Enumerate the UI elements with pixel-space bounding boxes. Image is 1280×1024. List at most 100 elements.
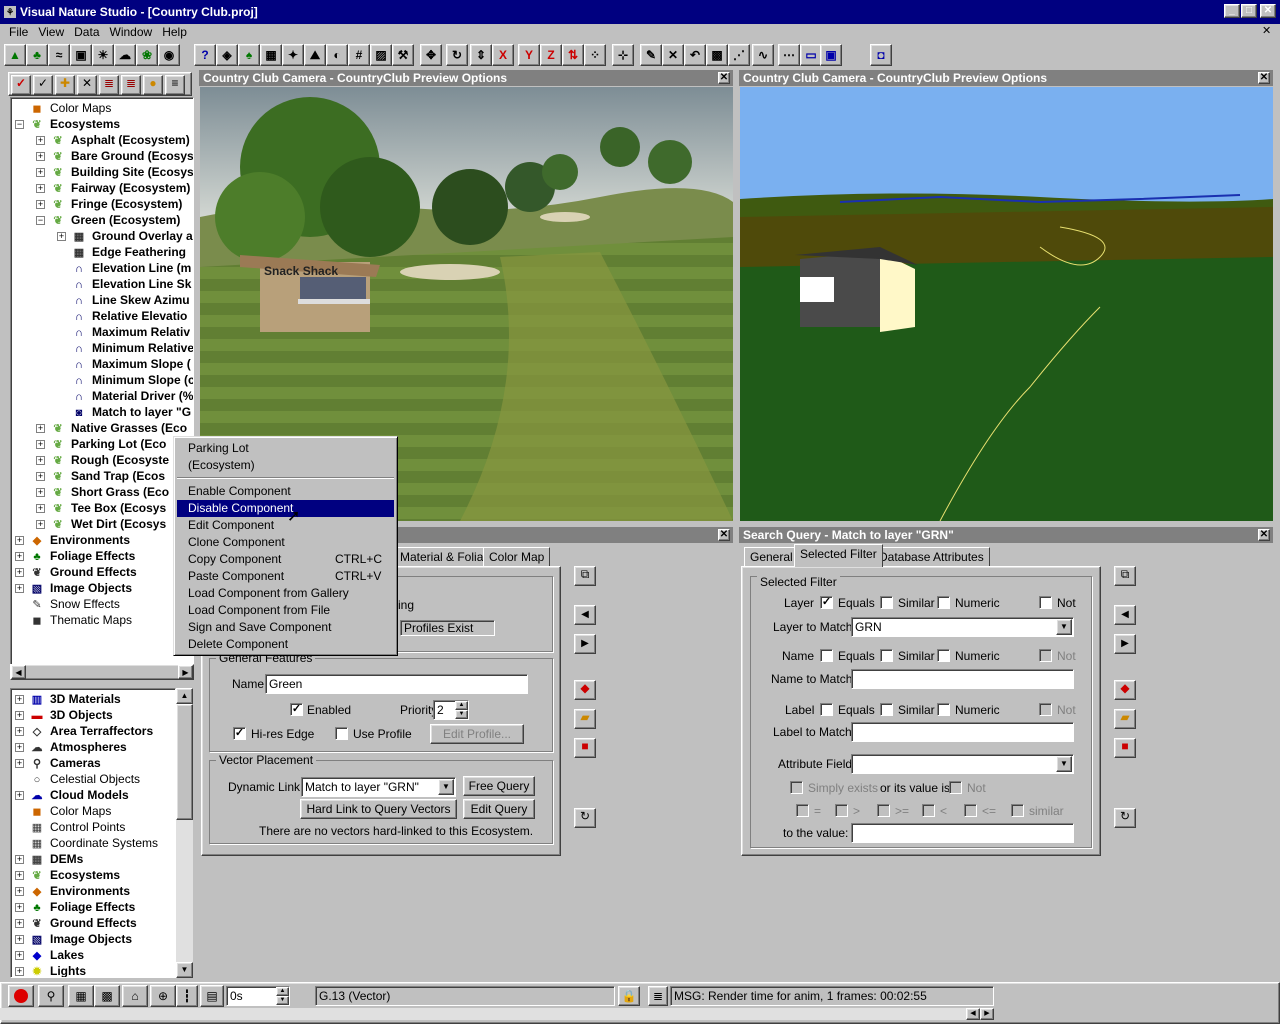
hard-link-button[interactable]: Hard Link to Query Vectors [300, 799, 457, 819]
name-equals-checkbox[interactable] [820, 649, 833, 662]
close-button[interactable]: ✕ [1260, 4, 1276, 18]
eco-next-icon[interactable]: ▶ [574, 634, 596, 654]
context-item-enable-component[interactable]: Enable Component [177, 483, 394, 500]
use-profile-checkbox[interactable] [335, 727, 348, 740]
tree-vscroll[interactable]: ▲ ▼ [176, 688, 193, 978]
tree-item[interactable]: ∩ Material Driver (% [57, 388, 193, 404]
tree-item[interactable]: + ▥ 3D Materials [15, 691, 121, 707]
tree-item[interactable]: + ❦ Building Site (Ecosys [36, 164, 193, 180]
scroll-right-icon[interactable]: ▶ [178, 665, 193, 679]
expand-icon[interactable]: + [15, 568, 24, 578]
op-eq-checkbox[interactable] [796, 804, 809, 817]
undo-icon[interactable]: ↶ [684, 44, 706, 66]
z-axis-icon[interactable]: Z [540, 44, 562, 66]
tree-item[interactable]: + ❦ Ecosystems [15, 867, 120, 883]
name-not-checkbox[interactable] [1039, 649, 1052, 662]
expand-icon[interactable]: + [36, 488, 45, 498]
tree-item[interactable]: + ▧ Image Objects [15, 580, 132, 596]
tree-item[interactable]: ▦ Control Points [15, 819, 126, 835]
context-item-delete-component[interactable]: Delete Component [177, 636, 394, 653]
sq-prev-icon[interactable]: ◀ [1114, 605, 1136, 625]
grid-icon[interactable]: # [348, 44, 370, 66]
vertex-icon[interactable]: ⋰ [728, 44, 750, 66]
tree-item[interactable]: + ♣ Foliage Effects [15, 899, 135, 915]
label-similar-checkbox[interactable] [880, 703, 893, 716]
y-axis-icon[interactable]: Y [518, 44, 540, 66]
tree-item[interactable]: + ❦ Tee Box (Ecosys [36, 500, 166, 516]
landscape-icon[interactable]: ⛰ [304, 44, 326, 66]
dynamic-link-select[interactable]: Match to layer "GRN" ▼ [301, 777, 456, 797]
tree-item[interactable]: + ❦ Fringe (Ecosystem) [36, 196, 182, 212]
menu-view[interactable]: View [33, 23, 69, 41]
tree-item[interactable]: − ❦ Green (Ecosystem) [36, 212, 180, 228]
terrain-icon[interactable]: ▲ [4, 44, 26, 66]
dropdown-arrow-icon[interactable]: ▼ [1056, 619, 1072, 635]
tree-item[interactable]: + ◇ Area Terraffectors [15, 723, 153, 739]
tree-item[interactable]: + ❦ Parking Lot (Eco [36, 436, 166, 452]
eco-gallery-icon[interactable]: ◆ [574, 680, 596, 700]
check-red-icon[interactable]: ✓ [11, 75, 31, 95]
tree-item[interactable]: ✎ Snow Effects [15, 596, 119, 612]
expand-icon[interactable]: + [57, 232, 66, 242]
tree-item[interactable]: ◼ Color Maps [15, 100, 111, 116]
render-icon[interactable]: ▣ [820, 44, 842, 66]
expand-icon[interactable]: + [15, 584, 24, 594]
add-icon[interactable]: ✚ [55, 75, 75, 95]
preview-icon[interactable]: ◘ [870, 44, 892, 66]
tree-item[interactable]: + ☁ Cloud Models [15, 787, 129, 803]
sun-icon[interactable]: ☀ [92, 44, 114, 66]
sq-open-icon[interactable]: ▰ [1114, 709, 1136, 729]
expand-icon[interactable]: + [15, 919, 24, 929]
edit-query-button[interactable]: Edit Query [463, 799, 535, 819]
texture-icon[interactable]: ▩ [94, 985, 120, 1007]
tree-item[interactable]: + ▦ DEMs [15, 851, 83, 867]
expand-icon[interactable]: + [15, 759, 24, 769]
scroll-left-icon[interactable]: ◀ [11, 665, 26, 679]
list-alt-icon[interactable]: ≣ [121, 75, 141, 95]
stop-render-icon[interactable] [8, 985, 34, 1007]
expand-icon[interactable]: + [15, 536, 24, 546]
hires-edge-checkbox[interactable]: ✓ [233, 727, 246, 740]
simply-exists-checkbox[interactable] [790, 781, 803, 794]
priority-down-icon[interactable]: ▼ [455, 710, 468, 719]
interp-icon[interactable]: ⋯ [778, 44, 800, 66]
menu-file[interactable]: File [4, 23, 33, 41]
label-numeric-checkbox[interactable] [937, 703, 950, 716]
context-item-disable-component[interactable]: Disable Component [177, 500, 394, 517]
dropdown-arrow-icon[interactable]: ▼ [1056, 756, 1072, 772]
name-numeric-checkbox[interactable] [937, 649, 950, 662]
tree-icon[interactable]: ♠ [238, 44, 260, 66]
bulb-icon[interactable]: ● [143, 75, 163, 95]
tree-item[interactable]: ∩ Elevation Line Sk [57, 276, 191, 292]
collapse-icon[interactable]: − [15, 120, 24, 130]
tab-database-attributes[interactable]: Database Attributes [873, 547, 990, 567]
context-item-load-component-from-file[interactable]: Load Component from File [177, 602, 394, 619]
ecosystem-icon[interactable]: ❀ [136, 44, 158, 66]
expand-icon[interactable]: + [15, 951, 24, 961]
scale-icon[interactable]: ⇕ [470, 44, 492, 66]
status-scroll-left-icon[interactable]: ◀ [966, 1008, 980, 1020]
expand-icon[interactable]: + [36, 200, 45, 210]
time-up-icon[interactable]: ▲ [276, 987, 289, 996]
label-equals-checkbox[interactable] [820, 703, 833, 716]
sq-next-icon[interactable]: ▶ [1114, 634, 1136, 654]
tree-item[interactable]: ∩ Elevation Line (m [57, 260, 191, 276]
x-axis-icon[interactable]: X [492, 44, 514, 66]
tree-item[interactable]: + ✹ Lights [15, 963, 86, 977]
tree-item[interactable]: + ⚲ Cameras [15, 755, 101, 771]
name-similar-checkbox[interactable] [880, 649, 893, 662]
help-icon[interactable]: ? [194, 44, 216, 66]
tree-item[interactable]: + ❦ Wet Dirt (Ecosys [36, 516, 166, 532]
tree-item[interactable]: + ❦ Bare Ground (Ecosys [36, 148, 193, 164]
minimize-button[interactable]: _ [1224, 4, 1240, 18]
op-similar-checkbox[interactable] [1011, 804, 1024, 817]
settings-list-icon[interactable]: ≡ [165, 75, 185, 95]
scroll-down-icon[interactable]: ▼ [176, 962, 193, 978]
photo-icon[interactable]: ▨ [370, 44, 392, 66]
op-lte-checkbox[interactable] [964, 804, 977, 817]
smooth-icon[interactable]: ∿ [752, 44, 774, 66]
timeline-icon[interactable]: ┇ [176, 985, 198, 1007]
tree-item[interactable]: ∩ Maximum Relativ [57, 324, 190, 340]
context-item-clone-component[interactable]: Clone Component [177, 534, 394, 551]
tree-item[interactable]: ∩ Minimum Relative [57, 340, 193, 356]
